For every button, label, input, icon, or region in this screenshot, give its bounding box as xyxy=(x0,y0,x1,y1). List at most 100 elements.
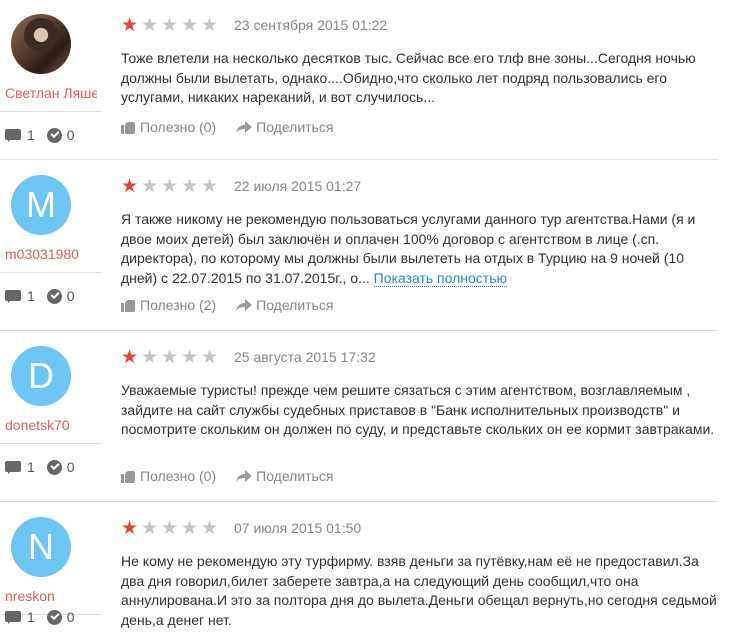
review-text: Я также никому не рекомендую пользоватьс… xyxy=(121,210,721,288)
check-icon xyxy=(46,127,62,143)
share-label: Поделиться xyxy=(256,297,334,313)
comments-count-value: 1 xyxy=(27,459,35,475)
star-icon: ★ xyxy=(141,14,159,36)
star-icon: ★ xyxy=(161,14,179,36)
review-text-body: Тоже влетели на несколько десятков тыс. … xyxy=(121,50,696,105)
review-date: 07 июля 2015 01:50 xyxy=(234,520,362,536)
useful-button[interactable]: Полезно (0) xyxy=(121,468,216,484)
username[interactable]: Светлан Ляшенко xyxy=(5,85,97,101)
confirms-count: 0 xyxy=(46,288,75,304)
useful-button[interactable]: Полезно (2) xyxy=(121,297,216,313)
star-icon: ★ xyxy=(141,175,159,197)
thumbs-up-icon xyxy=(121,469,136,483)
check-icon xyxy=(46,609,62,625)
star-icon: ★ xyxy=(141,346,159,368)
avatar[interactable] xyxy=(11,14,71,74)
rating-stars: ★ ★ ★ ★ ★ xyxy=(121,519,221,538)
show-more-link[interactable]: Показать полностью xyxy=(373,269,508,287)
share-icon xyxy=(236,298,253,311)
share-icon xyxy=(236,469,253,482)
review-date: 22 июля 2015 01:27 xyxy=(234,178,362,194)
review-actions: Полезно (0) Поделиться xyxy=(121,119,353,135)
comments-count: 1 xyxy=(5,609,35,625)
comment-icon xyxy=(5,460,21,474)
review-text-body: Уважаемые туристы! прежде чем решите сяз… xyxy=(121,382,715,437)
thumbs-up-icon xyxy=(121,298,136,312)
confirms-count: 0 xyxy=(46,127,75,143)
avatar[interactable]: M xyxy=(11,175,71,235)
star-icon: ★ xyxy=(121,517,139,539)
comment-icon xyxy=(5,610,21,624)
check-icon xyxy=(46,459,62,475)
star-icon: ★ xyxy=(201,517,219,539)
useful-label: Полезно (0) xyxy=(140,468,217,484)
comments-count-value: 1 xyxy=(27,288,35,304)
comments-count-value: 1 xyxy=(27,127,35,143)
rating-stars: ★ ★ ★ ★ ★ xyxy=(121,348,221,367)
share-button[interactable]: Поделиться xyxy=(236,297,333,313)
confirms-count-value: 0 xyxy=(66,127,75,143)
confirms-count-value: 0 xyxy=(66,459,75,475)
review-date: 25 августа 2015 17:32 xyxy=(234,349,376,365)
star-icon: ★ xyxy=(181,175,199,197)
review-text-body: Не кому не рекомендую эту турфирму. взяв… xyxy=(121,553,717,628)
review-text: Не кому не рекомендую эту турфирму. взяв… xyxy=(121,552,721,630)
username[interactable]: m03031980 xyxy=(5,246,97,262)
share-button[interactable]: Поделиться xyxy=(236,468,333,484)
user-stats: 1 0 xyxy=(5,609,87,625)
review-text: Тоже влетели на несколько десятков тыс. … xyxy=(121,49,721,108)
avatar[interactable]: N xyxy=(11,517,71,577)
avatar[interactable]: D xyxy=(11,346,71,406)
review-header: ★ ★ ★ ★ ★ 25 августа 2015 17:32 xyxy=(121,347,376,367)
divider xyxy=(0,272,101,273)
star-icon: ★ xyxy=(201,14,219,36)
review-actions: Полезно (2) Поделиться xyxy=(121,297,353,313)
share-label: Поделиться xyxy=(256,468,334,484)
comments-count: 1 xyxy=(5,459,35,475)
star-icon: ★ xyxy=(161,346,179,368)
star-icon: ★ xyxy=(121,346,139,368)
comment-icon xyxy=(5,289,21,303)
star-icon: ★ xyxy=(161,175,179,197)
star-icon: ★ xyxy=(121,14,139,36)
review-header: ★ ★ ★ ★ ★ 23 сентября 2015 01:22 xyxy=(121,15,387,35)
username[interactable]: nreskon xyxy=(5,588,97,604)
share-icon xyxy=(236,120,253,133)
star-icon: ★ xyxy=(141,517,159,539)
confirms-count-value: 0 xyxy=(66,609,75,625)
comments-count: 1 xyxy=(5,127,35,143)
review-header: ★ ★ ★ ★ ★ 07 июля 2015 01:50 xyxy=(121,518,361,538)
useful-button[interactable]: Полезно (0) xyxy=(121,119,216,135)
comments-count-value: 1 xyxy=(27,609,35,625)
comments-count: 1 xyxy=(5,288,35,304)
star-icon: ★ xyxy=(161,517,179,539)
user-stats: 1 0 xyxy=(5,459,87,475)
check-icon xyxy=(46,288,62,304)
user-stats: 1 0 xyxy=(5,288,87,304)
share-label: Поделиться xyxy=(256,119,334,135)
star-icon: ★ xyxy=(201,175,219,197)
star-icon: ★ xyxy=(201,346,219,368)
username[interactable]: donetsk70 xyxy=(5,417,97,433)
useful-label: Полезно (0) xyxy=(140,119,217,135)
user-stats: 1 0 xyxy=(5,127,87,143)
divider xyxy=(0,111,101,112)
confirms-count-value: 0 xyxy=(66,288,75,304)
review-header: ★ ★ ★ ★ ★ 22 июля 2015 01:27 xyxy=(121,176,361,196)
share-button[interactable]: Поделиться xyxy=(236,119,333,135)
star-icon: ★ xyxy=(181,517,199,539)
rating-stars: ★ ★ ★ ★ ★ xyxy=(121,16,221,35)
divider xyxy=(0,443,101,444)
comment-icon xyxy=(5,128,21,142)
rating-stars: ★ ★ ★ ★ ★ xyxy=(121,177,221,196)
useful-label: Полезно (2) xyxy=(140,297,217,313)
review-actions: Полезно (0) Поделиться xyxy=(121,468,353,484)
thumbs-up-icon xyxy=(121,120,136,134)
confirms-count: 0 xyxy=(46,459,75,475)
confirms-count: 0 xyxy=(46,609,75,625)
review-date: 23 сентября 2015 01:22 xyxy=(234,17,388,33)
star-icon: ★ xyxy=(121,175,139,197)
star-icon: ★ xyxy=(181,346,199,368)
review-text: Уважаемые туристы! прежде чем решите сяз… xyxy=(121,381,721,440)
star-icon: ★ xyxy=(181,14,199,36)
